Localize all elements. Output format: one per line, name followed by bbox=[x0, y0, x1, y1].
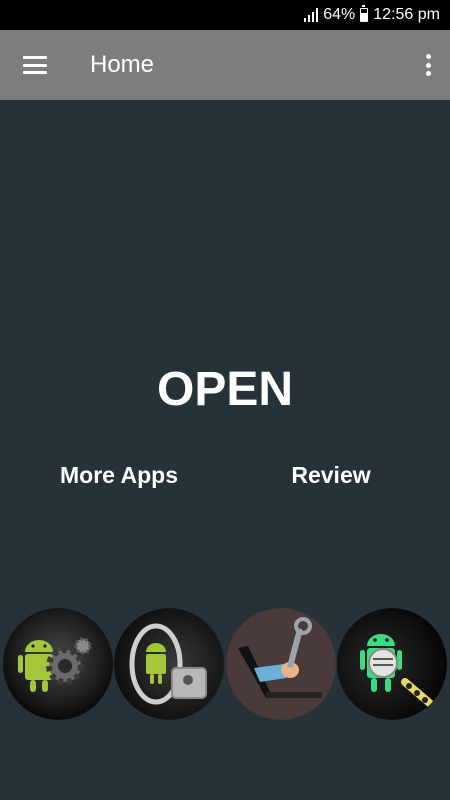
status-bar: 64% 12:56 pm bbox=[0, 0, 450, 30]
android-scanner-icon[interactable] bbox=[337, 608, 447, 720]
overflow-menu-icon[interactable] bbox=[420, 52, 436, 78]
android-vault-icon[interactable] bbox=[114, 608, 224, 720]
page-title: Home bbox=[90, 51, 155, 78]
more-apps-button[interactable]: More Apps bbox=[44, 458, 194, 492]
battery-percent: 64% bbox=[323, 6, 356, 23]
battery-icon bbox=[360, 5, 369, 22]
open-button[interactable]: OPEN bbox=[0, 358, 450, 422]
signal-icon bbox=[304, 8, 319, 22]
laptop-wrench-icon[interactable] bbox=[226, 608, 336, 720]
clock: 12:56 pm bbox=[373, 6, 440, 23]
status-indicators: 64% 12:56 pm bbox=[304, 0, 440, 30]
android-gear-icon[interactable] bbox=[3, 608, 113, 720]
app-bar: Home bbox=[0, 30, 450, 100]
review-button[interactable]: Review bbox=[256, 458, 406, 492]
menu-icon[interactable] bbox=[22, 54, 48, 76]
